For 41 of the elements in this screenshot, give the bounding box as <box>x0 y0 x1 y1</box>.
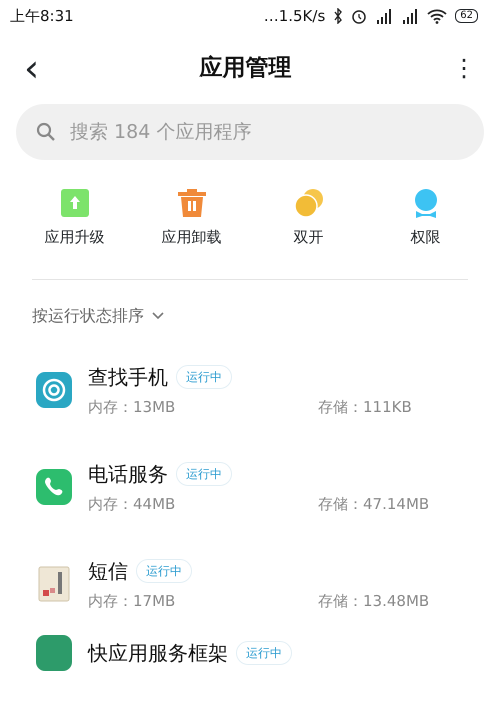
app-name: 查找手机 <box>88 364 168 391</box>
page-title: 应用管理 <box>200 54 292 83</box>
app-name: 短信 <box>88 558 128 585</box>
storage-text: 存储：13.48MB <box>318 590 430 612</box>
circles-icon <box>294 188 324 218</box>
app-list-item[interactable]: 快应用服务框架 运行中 <box>0 632 500 670</box>
app-list-item[interactable]: 查找手机 运行中 内存：13MB 存储：111KB <box>0 342 500 438</box>
memory-text: 内存：13MB <box>88 396 176 418</box>
more-menu-button[interactable]: ⋮ <box>452 50 476 86</box>
trash-icon <box>176 188 206 218</box>
search-field[interactable]: 搜索 184 个应用程序 <box>16 104 484 160</box>
action-button[interactable]: 双开 <box>254 188 364 248</box>
chevron-down-icon <box>152 312 164 320</box>
wifi-icon <box>427 8 448 24</box>
storage-text: 存储：47.14MB <box>318 494 430 515</box>
back-button[interactable]: ‹ <box>24 49 40 87</box>
action-button[interactable]: 权限 <box>370 188 480 248</box>
memory-text: 内存：17MB <box>88 590 176 612</box>
phone-icon <box>36 469 72 505</box>
signal-icon <box>401 8 420 24</box>
action-button[interactable]: 应用卸载 <box>136 188 246 248</box>
alarm-icon <box>351 8 368 24</box>
storage-text: 存储：111KB <box>318 396 412 418</box>
app-list-item[interactable]: 电话服务 运行中 内存：44MB 存储：47.14MB <box>0 438 500 536</box>
network-speed-text: …1.5K/s <box>264 6 326 27</box>
scroll-icon <box>36 566 72 602</box>
sort-dropdown[interactable]: 按运行状态排序 <box>0 280 196 342</box>
app-name: 电话服务 <box>88 460 168 488</box>
memory-text: 内存：44MB <box>88 494 176 515</box>
signal-icon <box>375 8 394 24</box>
status-tag: 运行中 <box>236 640 292 664</box>
status-tag: 运行中 <box>136 558 192 583</box>
bluetooth-icon <box>333 8 344 24</box>
app-name: 快应用服务框架 <box>88 640 228 666</box>
status-tag: 运行中 <box>176 364 232 389</box>
action-button[interactable]: 应用升级 <box>20 188 130 248</box>
app-list-item[interactable]: 短信 运行中 内存：17MB 存储：13.48MB <box>0 536 500 632</box>
target-icon <box>36 372 72 408</box>
clock-text: 上午8:31 <box>10 6 74 27</box>
status-tag: 运行中 <box>176 462 232 486</box>
upgrade-icon <box>60 188 90 218</box>
